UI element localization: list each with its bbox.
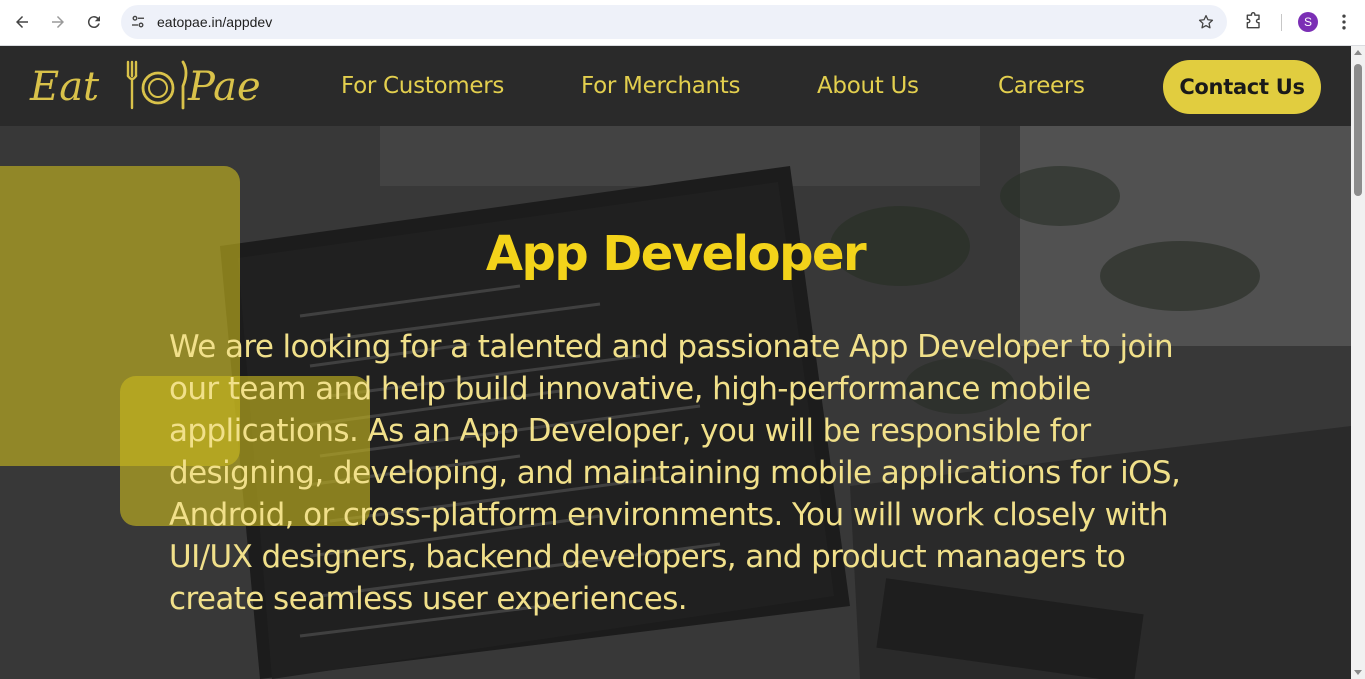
svg-text:Eat: Eat: [29, 64, 100, 110]
hero-section: App Developer We are looking for a talen…: [0, 126, 1351, 679]
reload-button[interactable]: [81, 9, 107, 35]
scroll-up-arrow-icon[interactable]: [1354, 50, 1362, 55]
page-viewport: Eat Pae For Customers For Merchants Abou…: [0, 46, 1351, 679]
browser-toolbar: eatopae.in/appdev S: [0, 0, 1365, 46]
back-button[interactable]: [9, 9, 35, 35]
star-icon[interactable]: [1197, 13, 1215, 31]
site-logo[interactable]: Eat Pae: [28, 56, 274, 116]
address-bar[interactable]: eatopae.in/appdev: [121, 5, 1227, 39]
toolbar-divider: [1281, 14, 1282, 31]
scroll-down-arrow-icon[interactable]: [1354, 670, 1362, 675]
profile-avatar[interactable]: S: [1298, 12, 1318, 32]
puzzle-icon[interactable]: [1244, 11, 1264, 31]
scrollbar-thumb[interactable]: [1354, 64, 1362, 196]
reload-icon: [87, 16, 100, 29]
nav-for-merchants[interactable]: For Merchants: [581, 73, 741, 99]
nav-careers[interactable]: Careers: [998, 73, 1085, 99]
back-arrow-icon: [16, 16, 28, 28]
svg-text:Pae: Pae: [187, 64, 261, 110]
nav-for-customers[interactable]: For Customers: [341, 73, 504, 99]
forward-button[interactable]: [45, 9, 71, 35]
forward-arrow-icon: [52, 16, 64, 28]
contact-us-button[interactable]: Contact Us: [1163, 60, 1321, 114]
nav-about-us[interactable]: About Us: [817, 73, 919, 99]
page-scrollbar[interactable]: [1351, 46, 1365, 679]
job-description: We are looking for a talented and passio…: [169, 329, 1181, 617]
kebab-menu-icon[interactable]: [1334, 12, 1354, 32]
site-header: Eat Pae For Customers For Merchants Abou…: [0, 46, 1351, 126]
page-title: App Developer: [485, 226, 867, 282]
url-text[interactable]: eatopae.in/appdev: [157, 5, 272, 39]
tune-icon[interactable]: [129, 13, 147, 31]
